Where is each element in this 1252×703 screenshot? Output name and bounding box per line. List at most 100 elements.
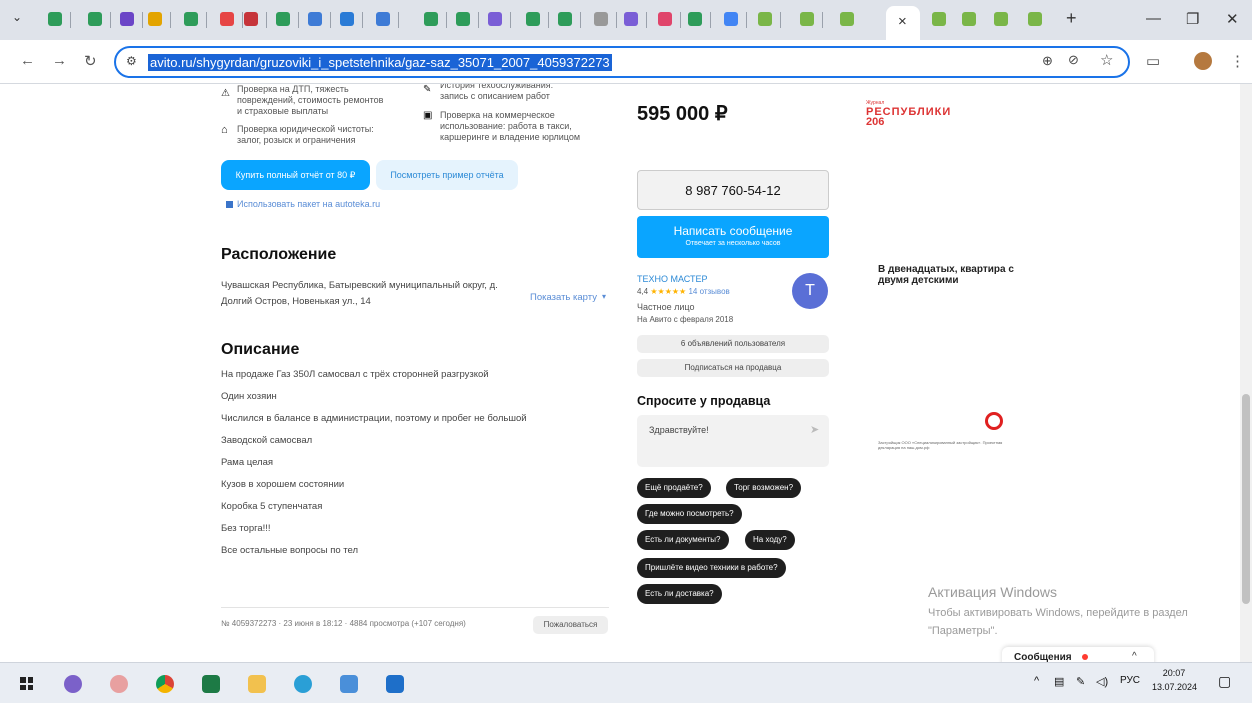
tab-favicon[interactable] [840,12,854,26]
minimize-button[interactable]: — [1146,10,1161,27]
seller-ads-button[interactable]: 6 объявлений пользователя [637,335,829,353]
tab-favicon[interactable] [758,12,772,26]
quick-question-chip[interactable]: Где можно посмотреть? [637,504,742,524]
ad-banner-middle[interactable]: В двенадцатых, квартира с двумя детскими [878,264,1018,286]
write-message-button[interactable]: Написать сообщение Отвечает за несколько… [637,216,829,258]
tab-favicon[interactable] [276,12,290,26]
example-report-button[interactable]: Посмотреть пример отчёта [376,160,518,190]
tab-favicon[interactable] [340,12,354,26]
tab-search-button[interactable]: ⌄ [12,10,30,28]
eye-off-icon[interactable]: ⊘ [1068,52,1079,68]
site-info-icon[interactable]: ⚙ [126,54,137,68]
messages-chevron[interactable]: ^ [1132,651,1137,662]
tab-favicon[interactable] [624,12,638,26]
tab-favicon[interactable] [594,12,608,26]
tab-favicon[interactable] [994,12,1008,26]
url-text[interactable]: avito.ru/shygyrdan/gruzoviki_i_spetstehn… [148,54,612,71]
tray-chevron-icon[interactable]: ^ [1034,675,1039,687]
show-map-link[interactable]: Показать карту [530,292,597,303]
language-indicator[interactable]: РУС [1120,675,1140,686]
telegram-taskbar-icon[interactable] [294,675,312,693]
tab-favicon[interactable] [48,12,62,26]
profile-avatar[interactable] [1194,52,1212,70]
tab-favicon[interactable] [308,12,322,26]
tab-favicon[interactable] [376,12,390,26]
notifications-icon[interactable]: ▢ [1218,673,1231,690]
tab-favicon[interactable] [526,12,540,26]
description-line: На продаже Газ 350Л самосвал с трёх стор… [221,369,489,380]
back-icon[interactable]: ← [20,52,35,69]
tab-favicon[interactable] [558,12,572,26]
bookmark-star-icon[interactable]: ☆ [1100,51,1113,69]
pen-icon[interactable]: ✎ [1076,675,1085,688]
quick-question-chip[interactable]: Ещё продаёте? [637,478,711,498]
tab-favicon[interactable] [658,12,672,26]
unread-dot-icon [1082,654,1088,660]
tab-favicon[interactable] [800,12,814,26]
tab-favicon[interactable] [724,12,738,26]
messages-bar[interactable]: Сообщения ^ [1002,647,1154,662]
restore-button[interactable]: ❐ [1186,10,1199,28]
forward-icon[interactable]: → [52,52,67,69]
excel-taskbar-icon[interactable] [202,675,220,693]
show-phone-button[interactable]: 8 987 760-54-12 [637,170,829,210]
seller-rating[interactable]: 4,4 ★★★★★ 14 отзывов [637,287,730,296]
page-scrollbar[interactable] [1240,84,1252,662]
ad-banner-top[interactable]: Журнал РЕСПУБЛИКИ 206 [866,100,1016,140]
scroll-thumb[interactable] [1242,394,1250,604]
ad-logo-icon [985,412,1003,430]
quick-question-chip[interactable]: Пришлёте видео техники в работе? [637,558,786,578]
taskbar-app-icon[interactable] [340,675,358,693]
menu-icon[interactable]: ⋮ [1230,52,1245,70]
zoom-icon[interactable]: ⊕ [1042,53,1053,69]
tab-favicon[interactable] [488,12,502,26]
clock[interactable]: 20:07 13.07.2024 [1152,666,1197,694]
extensions-icon[interactable]: ▭ [1146,52,1160,70]
message-input[interactable]: Здравствуйте! ➤ [637,415,829,467]
tab-favicon[interactable] [244,12,258,26]
tab-favicon[interactable] [88,12,102,26]
quick-question-chip[interactable]: На ходу? [745,530,795,550]
ad3-disclaimer: Застройщик ООО «Специализированный застр… [878,440,1003,450]
tab-favicon[interactable] [120,12,134,26]
quick-question-chip[interactable]: Есть ли документы? [637,530,729,550]
tab-favicon[interactable] [962,12,976,26]
tab-favicon[interactable] [932,12,946,26]
explorer-taskbar-icon[interactable] [248,675,266,693]
complain-button[interactable]: Пожаловаться [533,616,608,634]
tab-favicon[interactable] [424,12,438,26]
address-bar[interactable]: ⚙ avito.ru/shygyrdan/gruzoviki_i_spetste… [114,46,1130,78]
new-tab-button[interactable]: + [1066,8,1077,29]
message-input-text[interactable]: Здравствуйте! [649,425,709,435]
buy-report-button[interactable]: Купить полный отчёт от 80 ₽ [221,160,370,190]
autoteka-package-link[interactable]: Использовать пакет на autoteka.ru [237,199,380,209]
seller-avatar[interactable]: T [792,273,828,309]
report-item-service: История техобслуживания: запись с описан… [440,84,554,101]
taskbar-app-icon[interactable] [64,675,82,693]
send-icon[interactable]: ➤ [810,423,819,436]
seller-name[interactable]: ТЕХНО МАСТЕР [637,274,708,284]
quick-question-chip[interactable]: Есть ли доставка? [637,584,722,604]
taskbar-app-icon[interactable] [386,675,404,693]
tab-favicon[interactable] [456,12,470,26]
tab-favicon[interactable] [220,12,234,26]
start-button[interactable] [20,677,33,690]
tab-favicon[interactable] [1028,12,1042,26]
tab-favicon[interactable] [688,12,702,26]
quick-question-chip[interactable]: Торг возможен? [726,478,802,498]
reload-icon[interactable]: ↻ [84,52,97,70]
tab-close-icon[interactable]: × [898,13,907,30]
tab-favicon[interactable] [184,12,198,26]
tab-favicon[interactable] [148,12,162,26]
volume-icon[interactable]: ◁) [1096,675,1108,688]
active-tab[interactable]: × [886,6,920,40]
ad-banner-bottom[interactable]: Застройщик ООО «Специализированный застр… [878,412,1018,457]
close-window-button[interactable]: ✕ [1226,10,1239,28]
chrome-taskbar-icon[interactable] [156,675,174,693]
taskbar: ^ ▤ ✎ ◁) РУС 20:07 13.07.2024 ▢ [0,662,1252,703]
tab-separator [616,12,617,28]
taskbar-app-icon[interactable] [110,675,128,693]
network-icon[interactable]: ▤ [1054,675,1064,688]
reviews-link[interactable]: 14 отзывов [688,287,729,296]
subscribe-button[interactable]: Подписаться на продавца [637,359,829,377]
